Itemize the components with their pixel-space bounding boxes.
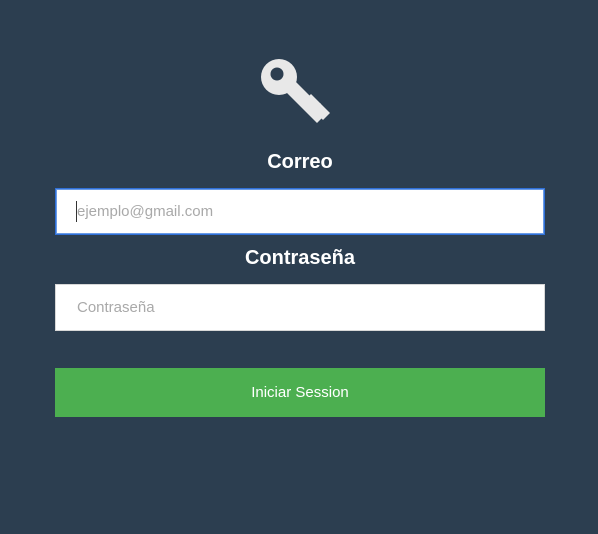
password-label: Contraseña [244,247,356,269]
email-field[interactable] [55,188,545,235]
password-field[interactable] [55,284,545,331]
email-label: Correo [267,151,333,173]
key-icon [257,54,335,126]
text-cursor [76,201,77,222]
login-button[interactable]: Iniciar Session [55,368,545,417]
